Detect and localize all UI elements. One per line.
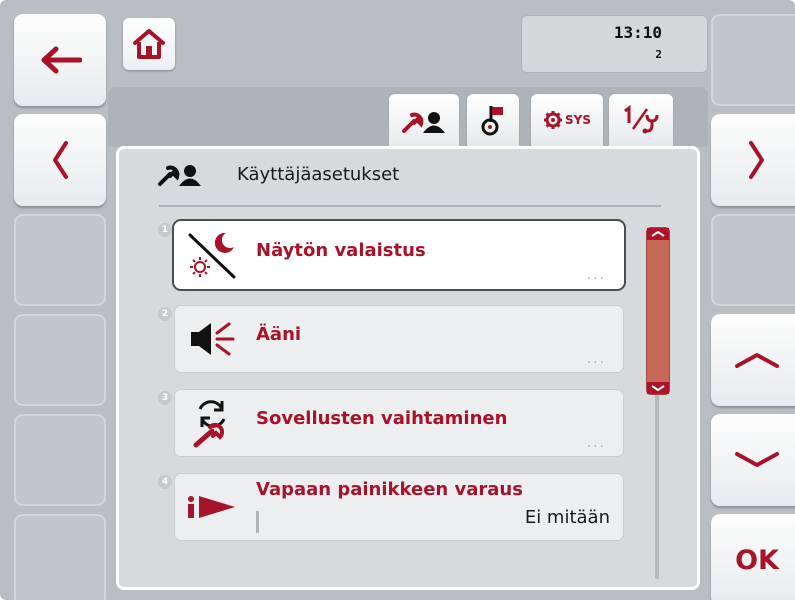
title-divider bbox=[159, 205, 661, 207]
next-button[interactable] bbox=[711, 114, 795, 206]
tab-info-diagnostics[interactable] bbox=[609, 94, 673, 146]
chevron-up-icon bbox=[735, 353, 779, 368]
terminal-frame: OK 13:10 2 SYS Käyttäjäasetukset 1 Näytö… bbox=[0, 0, 795, 600]
softkey-left-5 bbox=[14, 414, 106, 506]
softkey-right-1 bbox=[711, 14, 795, 106]
clock-time: 13:10 bbox=[613, 23, 662, 42]
tab-system-label: SYS bbox=[565, 113, 591, 127]
item-value: Ei mitään bbox=[524, 507, 610, 528]
back-arrow-icon bbox=[41, 46, 82, 74]
ok-label: OK bbox=[735, 544, 779, 576]
speaker-icon bbox=[184, 313, 240, 365]
scroll-up-button[interactable] bbox=[711, 314, 795, 406]
user-settings-icon bbox=[157, 163, 203, 191]
scrollbar-thumb[interactable] bbox=[646, 227, 670, 395]
list-item-display-brightness[interactable]: 1 Näytön valaistus ... bbox=[158, 221, 624, 289]
more-indicator: ... bbox=[586, 351, 606, 367]
text-cursor bbox=[256, 511, 259, 533]
ok-button[interactable]: OK bbox=[711, 514, 795, 600]
tab-user-settings[interactable] bbox=[389, 94, 459, 150]
softkey-left-3 bbox=[14, 214, 106, 306]
item-number: 4 bbox=[158, 475, 172, 489]
list-item-free-button-assignment[interactable]: 4 Vapaan painikkeen varaus Ei mitään bbox=[158, 473, 624, 541]
home-button[interactable] bbox=[123, 18, 175, 70]
tab-system-settings[interactable]: SYS bbox=[531, 94, 603, 146]
app-switch-icon bbox=[184, 397, 240, 449]
item-number: 3 bbox=[158, 391, 172, 405]
clock-display: 13:10 2 bbox=[521, 15, 708, 73]
chevron-left-icon bbox=[53, 141, 68, 179]
item-number: 2 bbox=[158, 307, 172, 321]
chevron-right-icon bbox=[749, 141, 764, 179]
scroll-down-button[interactable] bbox=[711, 414, 795, 506]
system-settings-icon bbox=[544, 111, 562, 129]
user-settings-icon bbox=[402, 112, 445, 133]
chevron-down-icon bbox=[735, 452, 779, 467]
softkey-left-4 bbox=[14, 314, 106, 406]
item-number: 1 bbox=[158, 223, 172, 237]
scroll-thumb-top-icon bbox=[647, 228, 669, 240]
scroll-thumb-bottom-icon bbox=[647, 382, 669, 394]
info-arrow-icon bbox=[184, 481, 240, 533]
list-item-sound[interactable]: 2 Ääni ... bbox=[158, 305, 624, 373]
back-button[interactable] bbox=[14, 14, 106, 106]
item-label: Ääni bbox=[256, 324, 302, 345]
more-indicator: ... bbox=[586, 267, 606, 283]
home-icon bbox=[133, 29, 165, 59]
list-item-app-switching[interactable]: 3 Sovellusten vaihtaminen ... bbox=[158, 389, 624, 457]
item-label: Näytön valaistus bbox=[256, 240, 426, 261]
item-label: Sovellusten vaihtaminen bbox=[256, 408, 508, 429]
item-label: Vapaan painikkeen varaus bbox=[256, 479, 523, 500]
page-title: Käyttäjäasetukset bbox=[237, 164, 400, 185]
softkey-right-3 bbox=[711, 214, 795, 306]
info-diagnostics-icon bbox=[624, 105, 659, 134]
clock-sub-indicator: 2 bbox=[655, 48, 662, 61]
settings-panel: Käyttäjäasetukset 1 Näytön valaistus ...… bbox=[116, 146, 700, 590]
more-indicator: ... bbox=[586, 435, 606, 451]
country-settings-icon bbox=[481, 106, 503, 136]
tab-country-settings[interactable] bbox=[467, 94, 519, 146]
display-brightness-icon bbox=[184, 229, 240, 281]
softkey-left-6 bbox=[14, 514, 106, 600]
previous-button[interactable] bbox=[14, 114, 106, 206]
